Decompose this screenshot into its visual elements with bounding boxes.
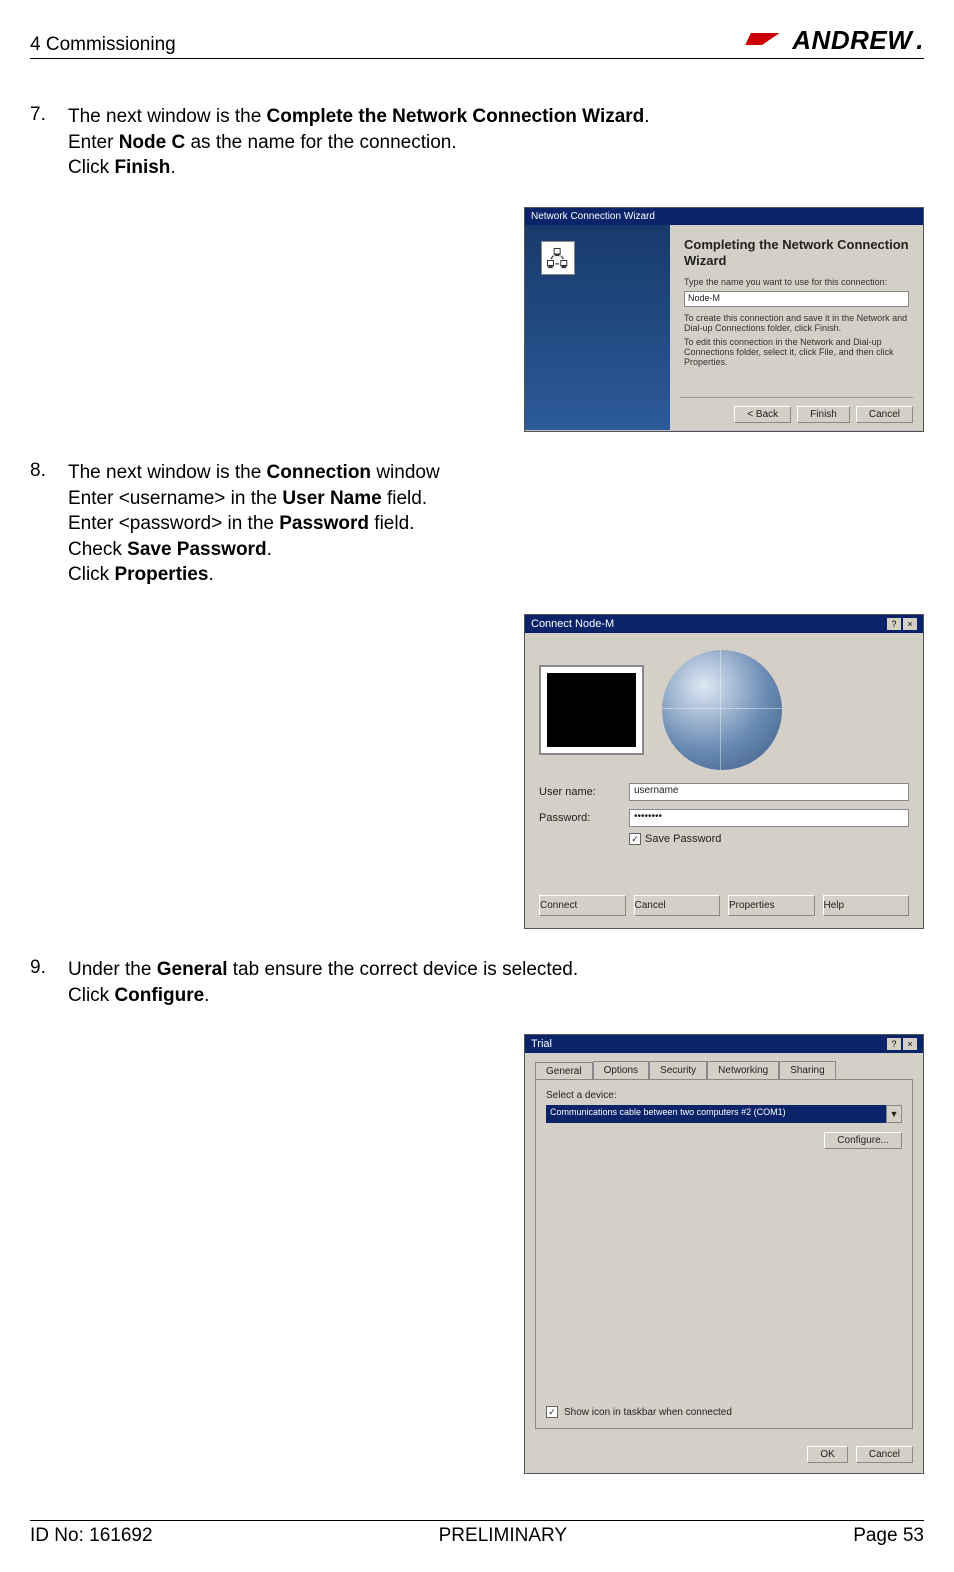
text-bold: Complete the Network Connection Wizard — [267, 106, 645, 127]
username-label: User name: — [539, 786, 617, 798]
text: field. — [369, 513, 414, 534]
password-label: Password: — [539, 812, 617, 824]
text: Under the — [68, 959, 157, 980]
close-icon[interactable]: × — [903, 618, 917, 630]
footer-id: ID No: 161692 — [30, 1525, 153, 1547]
monitor-icon — [539, 665, 644, 755]
close-icon[interactable]: × — [903, 1038, 917, 1050]
tab-sharing[interactable]: Sharing — [779, 1061, 835, 1079]
help-icon[interactable]: ? — [887, 1038, 901, 1050]
tab-networking[interactable]: Networking — [707, 1061, 779, 1079]
text-bold: General — [157, 959, 228, 980]
cancel-button[interactable]: Cancel — [634, 895, 721, 916]
save-password-checkbox[interactable]: ✓ — [629, 833, 641, 845]
section-header: 4 Commissioning — [30, 34, 176, 56]
text: . — [267, 539, 272, 560]
text-bold: Properties — [114, 564, 208, 585]
text: tab ensure the correct device is selecte… — [228, 959, 579, 980]
cancel-button[interactable]: Cancel — [856, 406, 913, 423]
password-input[interactable]: •••••••• — [629, 809, 909, 827]
select-device-label: Select a device: — [546, 1090, 902, 1101]
tab-general[interactable]: General — [535, 1062, 593, 1080]
brand-logo: ANDREW. — [748, 25, 924, 56]
text: as the name for the connection. — [185, 132, 456, 153]
connect-button[interactable]: Connect — [539, 895, 626, 916]
tab-security[interactable]: Security — [649, 1061, 707, 1079]
wizard-heading: Completing the Network Connection Wizard — [684, 237, 909, 270]
back-button[interactable]: < Back — [734, 406, 791, 423]
properties-button[interactable]: Properties — [728, 895, 815, 916]
brand-text: ANDREW — [792, 25, 912, 56]
globe-icon — [662, 650, 782, 770]
help-icon[interactable]: ? — [887, 618, 901, 630]
step-9: 9. Under the General tab ensure the corr… — [30, 957, 924, 1008]
text-bold: Node C — [119, 132, 186, 153]
text: Enter <username> in the — [68, 488, 282, 509]
footer-status: PRELIMINARY — [439, 1525, 567, 1547]
connection-name-input[interactable]: Node-M — [684, 291, 909, 307]
configure-button[interactable]: Configure... — [824, 1132, 902, 1149]
text: Enter — [68, 132, 119, 153]
text-bold: Password — [279, 513, 369, 534]
figure-wizard: Network Connection Wizard Completing the… — [524, 207, 924, 432]
wizard-desc: To edit this connection in the Network a… — [684, 337, 909, 367]
text-bold: Configure — [114, 985, 204, 1006]
window-titlebar: Connect Node-M — [531, 618, 614, 630]
text: . — [644, 106, 649, 127]
window-titlebar: Network Connection Wizard — [525, 208, 923, 225]
wizard-icon — [541, 241, 575, 275]
text: . — [208, 564, 213, 585]
text: Click — [68, 157, 114, 178]
finish-button[interactable]: Finish — [797, 406, 850, 423]
text: The next window is the — [68, 106, 267, 127]
text-bold: Finish — [114, 157, 170, 178]
show-icon-checkbox[interactable]: ✓ — [546, 1406, 558, 1418]
save-password-label: Save Password — [645, 833, 721, 845]
device-select[interactable]: Communications cable between two compute… — [546, 1105, 886, 1123]
figure-connect: Connect Node-M ?× User name: username Pa… — [524, 614, 924, 929]
text: Click — [68, 985, 114, 1006]
step-number: 7. — [30, 104, 68, 181]
text: . — [204, 985, 209, 1006]
cancel-button[interactable]: Cancel — [856, 1446, 913, 1463]
swoosh-icon — [748, 29, 788, 53]
text: Check — [68, 539, 127, 560]
username-input[interactable]: username — [629, 783, 909, 801]
window-titlebar: Trial — [531, 1038, 552, 1050]
chevron-down-icon[interactable]: ▼ — [886, 1105, 902, 1123]
text: field. — [382, 488, 427, 509]
text: Enter <password> in the — [68, 513, 279, 534]
text: The next window is the — [68, 462, 267, 483]
show-icon-label: Show icon in taskbar when connected — [564, 1407, 732, 1418]
text-bold: Save Password — [127, 539, 266, 560]
ok-button[interactable]: OK — [807, 1446, 847, 1463]
step-8: 8. The next window is the Connection win… — [30, 460, 924, 588]
help-button[interactable]: Help — [823, 895, 910, 916]
text: window — [371, 462, 440, 483]
wizard-desc: To create this connection and save it in… — [684, 313, 909, 333]
text-bold: Connection — [267, 462, 372, 483]
tab-options[interactable]: Options — [593, 1061, 649, 1079]
wizard-desc: Type the name you want to use for this c… — [684, 277, 909, 287]
step-7: 7. The next window is the Complete the N… — [30, 104, 924, 181]
text: Click — [68, 564, 114, 585]
text-bold: User Name — [282, 488, 381, 509]
figure-properties: Trial ?× General Options Security Networ… — [524, 1034, 924, 1474]
text: . — [170, 157, 175, 178]
step-number: 9. — [30, 957, 68, 1008]
footer-page: Page 53 — [853, 1525, 924, 1547]
step-number: 8. — [30, 460, 68, 588]
